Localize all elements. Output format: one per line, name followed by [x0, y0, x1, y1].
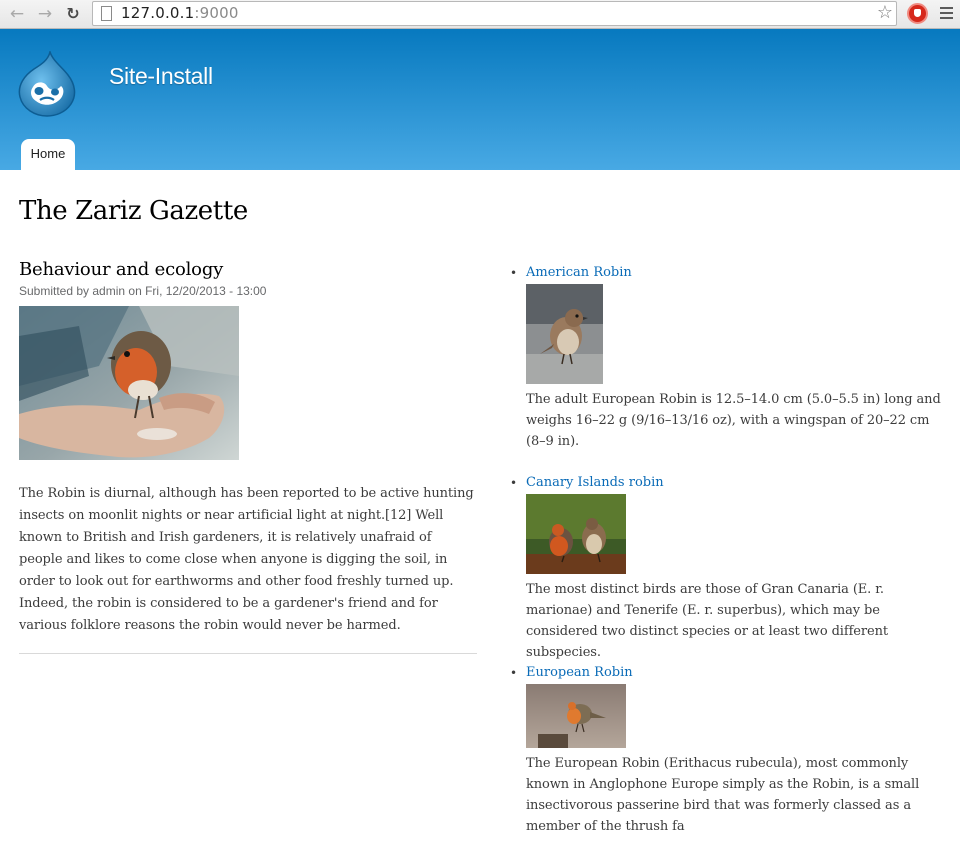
list-item: American Robin The adult European Robin …: [510, 264, 950, 474]
star-icon[interactable]: ☆: [877, 2, 893, 23]
reload-icon[interactable]: ↻: [62, 3, 84, 25]
page-icon: [101, 6, 112, 21]
related-text-canary-islands-robin: The most distinct birds are those of Gra…: [526, 582, 888, 660]
url-host: 127.0.0.1: [121, 4, 195, 22]
article-body: The Robin is diurnal, although has been …: [19, 486, 474, 633]
related-link-canary-islands-robin[interactable]: Canary Islands robin: [526, 474, 950, 492]
related-link-european-robin[interactable]: European Robin: [526, 664, 950, 682]
related-text-european-robin: The European Robin (Erithacus rubecula),…: [526, 756, 920, 834]
article-title[interactable]: Behaviour and ecology: [19, 259, 477, 280]
url-text[interactable]: 127.0.0.1:9000: [121, 4, 239, 22]
related-articles-list: American Robin The adult European Robin …: [510, 264, 950, 837]
article: Behaviour and ecology Submitted by admin…: [19, 259, 477, 637]
forward-arrow-icon[interactable]: →: [34, 3, 56, 25]
related-link-american-robin[interactable]: American Robin: [526, 264, 950, 282]
hamburger-menu-icon[interactable]: [940, 7, 953, 21]
submitted-info: Submitted by admin on Fri, 12/20/2013 - …: [19, 284, 267, 298]
robin-on-hand-image: [19, 306, 239, 460]
back-arrow-icon[interactable]: ←: [6, 3, 28, 25]
page-title: The Zariz Gazette: [19, 196, 248, 226]
url-port: :9000: [194, 4, 239, 22]
european-robin-thumbnail[interactable]: [526, 684, 626, 748]
address-bar[interactable]: 127.0.0.1:9000 ☆: [92, 1, 897, 26]
tab-home[interactable]: Home: [21, 139, 75, 171]
article-divider: [19, 653, 477, 654]
adblock-icon[interactable]: [907, 3, 928, 24]
site-name[interactable]: Site-Install: [109, 63, 213, 90]
american-robin-thumbnail[interactable]: [526, 284, 603, 384]
drupal-drop-logo[interactable]: [17, 51, 77, 117]
browser-toolbar: ← → ↻ 127.0.0.1:9000 ☆: [0, 0, 960, 29]
canary-islands-robin-thumbnail[interactable]: [526, 494, 626, 574]
list-item: European Robin The European Robin (Erith…: [510, 664, 950, 837]
site-header: Site-Install Home: [0, 29, 960, 171]
list-item: Canary Islands robin The most distinct b…: [510, 474, 950, 664]
related-text-american-robin: The adult European Robin is 12.5–14.0 cm…: [526, 392, 941, 449]
